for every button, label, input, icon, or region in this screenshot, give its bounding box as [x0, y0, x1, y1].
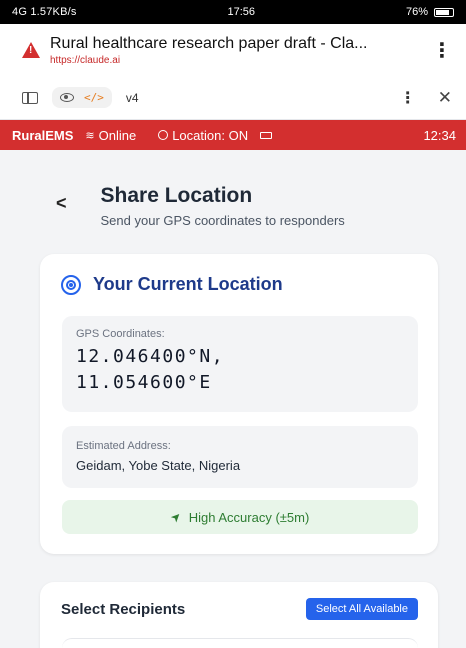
page-url: https://claude.ai — [50, 54, 121, 66]
online-label: Online — [98, 127, 137, 143]
network-speed: 4G 1.57KB/s — [12, 6, 77, 18]
system-status-bar: 4G 1.57KB/s 17:56 76% — [0, 0, 466, 24]
close-icon[interactable]: ✕ — [438, 88, 452, 108]
share-header: < Share Location Send your GPS coordinat… — [0, 150, 466, 254]
main-content: < Share Location Send your GPS coordinat… — [0, 150, 466, 648]
recipients-card: Select Recipients Select All Available — [40, 582, 438, 648]
card-title: Your Current Location — [93, 274, 283, 294]
accuracy-label: High Accuracy (±5m) — [188, 509, 310, 525]
wifi-icon: ≋ — [85, 129, 95, 142]
gps-coordinates-box: GPS Coordinates: 12.046400°N, 11.054600°… — [62, 316, 418, 412]
navigation-arrow-icon: ➤ — [167, 508, 185, 526]
system-clock: 17:56 — [227, 6, 256, 18]
app-battery-icon — [260, 131, 273, 139]
gps-target-icon — [61, 274, 81, 295]
battery-icon — [433, 7, 454, 17]
select-all-button[interactable]: Select All Available — [305, 598, 418, 620]
app-status-bar: RuralEMS ≋ Online Location: ON 12:34 — [0, 120, 466, 150]
browser-menu-icon[interactable]: ⋮ — [432, 38, 452, 63]
recipients-title: Select Recipients — [61, 600, 186, 618]
back-button[interactable]: < — [56, 193, 67, 214]
toolbar-menu-icon[interactable]: ⋮ — [400, 88, 416, 108]
version-label[interactable]: v4 — [126, 91, 400, 105]
code-view-icon[interactable]: </> — [84, 91, 104, 104]
online-status: ≋ Online — [85, 128, 136, 143]
battery-percent: 76% — [405, 6, 428, 18]
sidebar-toggle-icon[interactable] — [22, 91, 38, 104]
view-toggle-group: </> — [52, 87, 112, 108]
address-label: Estimated Address: — [76, 440, 171, 452]
gps-value: 12.046400°N, 11.054600°E — [76, 346, 225, 393]
address-box: Estimated Address: Geidam, Yobe State, N… — [62, 426, 418, 488]
artifact-toolbar: </> v4 ⋮ ✕ — [0, 76, 466, 120]
page-title-block[interactable]: Rural healthcare research paper draft - … — [50, 35, 432, 66]
browser-header: Rural healthcare research paper draft - … — [0, 24, 466, 76]
current-location-card: Your Current Location GPS Coordinates: 1… — [40, 254, 438, 554]
preview-eye-icon[interactable] — [60, 93, 74, 102]
recipient-list — [62, 638, 418, 648]
accuracy-badge: ➤ High Accuracy (±5m) — [62, 500, 418, 534]
page-title: Rural healthcare research paper draft - … — [50, 34, 368, 52]
address-value: Geidam, Yobe State, Nigeria — [76, 458, 241, 473]
location-label: Location: ON — [172, 127, 249, 143]
location-status: Location: ON — [158, 128, 248, 143]
gps-label: GPS Coordinates: — [76, 328, 165, 340]
warning-icon — [22, 42, 40, 58]
app-clock: 12:34 — [423, 127, 456, 143]
location-pin-icon — [158, 130, 169, 140]
page-subheading: Send your GPS coordinates to responders — [100, 213, 345, 228]
app-brand: RuralEMS — [12, 127, 74, 143]
page-heading: Share Location — [100, 184, 253, 207]
